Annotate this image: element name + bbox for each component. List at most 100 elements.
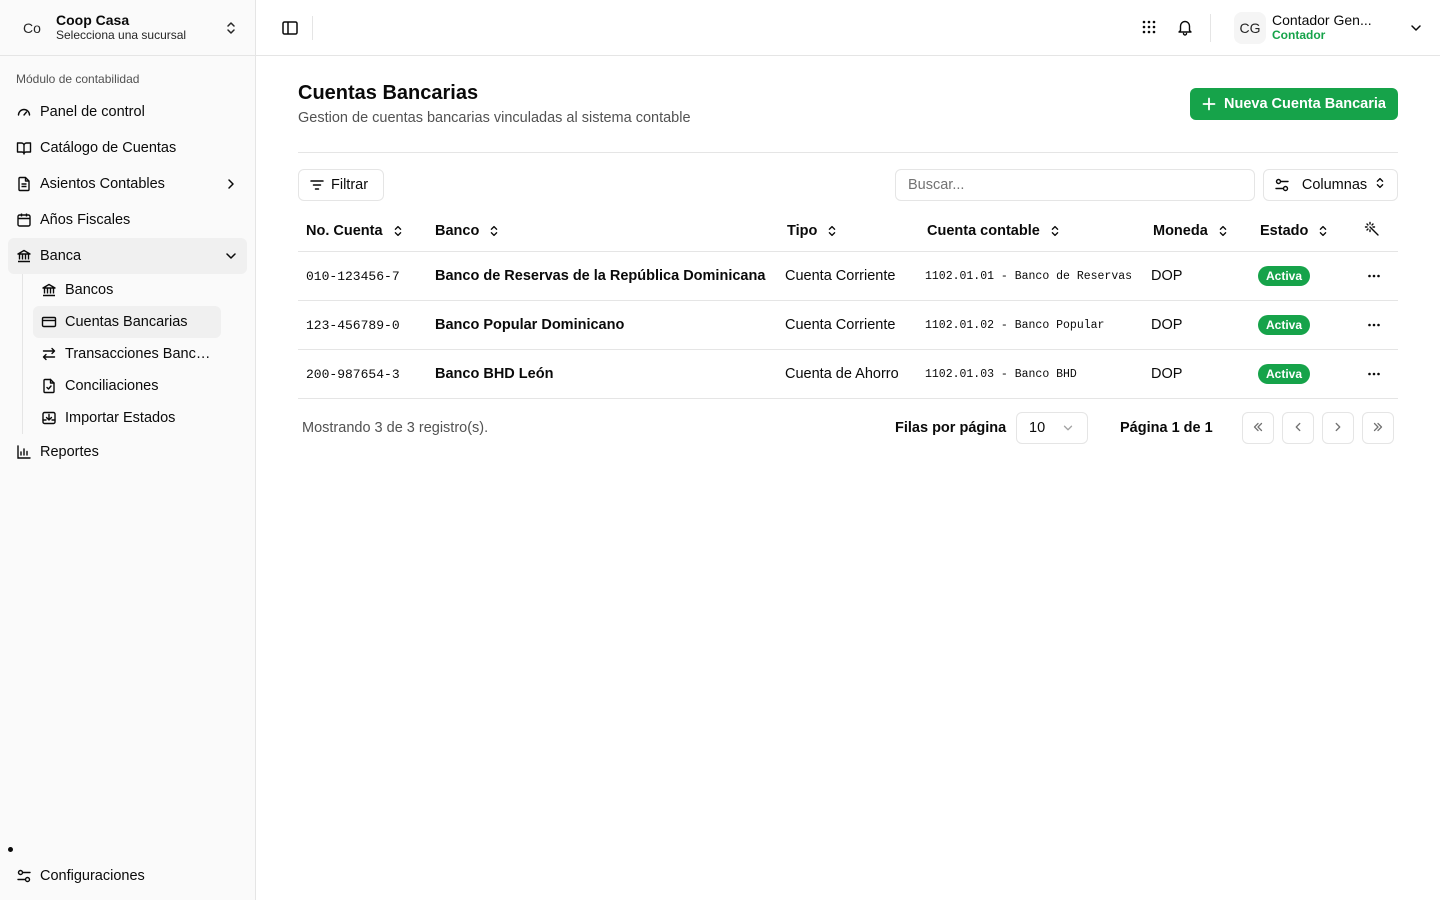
arrows-left-right-icon: [41, 346, 57, 362]
org-avatar: Co: [23, 19, 41, 36]
sidebar-nav: Panel de control Catálogo de Cuentas Asi…: [8, 94, 247, 470]
sidebar-item-label: Configuraciones: [40, 868, 145, 884]
cell-moneda: DOP: [1151, 268, 1183, 284]
last-page-button[interactable]: [1362, 412, 1394, 444]
sidebar-item-asientos-contables[interactable]: Asientos Contables: [8, 166, 247, 202]
org-switcher[interactable]: Co Coop Casa Selecciona una sucursal: [0, 0, 255, 56]
records-info: Mostrando 3 de 3 registro(s).: [302, 420, 489, 436]
avatar: CG: [1234, 12, 1266, 44]
column-header-label: Moneda: [1153, 223, 1208, 239]
new-bank-account-label: Nueva Cuenta Bancaria: [1224, 96, 1386, 112]
sidebar-subitem-bancos[interactable]: Bancos: [33, 274, 221, 306]
sidebar-subitem-importar-estados[interactable]: Importar Estados: [33, 402, 221, 434]
sidebar-item-catalogo-de-cuentas[interactable]: Catálogo de Cuentas: [8, 130, 247, 166]
page-title: Cuentas Bancarias: [298, 82, 479, 104]
divider: [312, 16, 313, 40]
calendar-icon: [16, 212, 32, 228]
column-header-label: Estado: [1260, 223, 1309, 239]
sidebar-item-label: Banca: [40, 248, 82, 264]
sort-icon: [1048, 224, 1062, 238]
column-visibility-button[interactable]: [1364, 210, 1380, 252]
first-page-button[interactable]: [1242, 412, 1274, 444]
plus-icon: [1202, 97, 1216, 111]
user-menu[interactable]: CG Contador Gen... Contador: [1234, 12, 1424, 44]
sidebar-subitem-label: Transacciones Bancarias: [65, 346, 213, 362]
cell-banco: Banco Popular Dominicano: [435, 317, 625, 333]
book-icon: [16, 140, 32, 156]
gauge-icon: [16, 104, 32, 120]
credit-card-icon: [41, 314, 57, 330]
chevron-right-icon: [223, 176, 239, 192]
cell-banco: Banco BHD León: [435, 366, 554, 382]
cell-moneda: DOP: [1151, 366, 1183, 382]
bar-chart-icon: [16, 444, 32, 460]
settings-sliders-icon: [1274, 177, 1290, 193]
cell-estado: Activa: [1258, 301, 1311, 349]
table-row[interactable]: 123-456789-0 Banco Popular Dominicano Cu…: [298, 301, 1398, 350]
sort-icon: [825, 224, 839, 238]
column-header-tipo[interactable]: Tipo: [787, 210, 839, 252]
cell-cuenta-contable: 1102.01.01 - Banco de Reservas: [925, 269, 1133, 283]
sidebar-toggle-icon[interactable]: [280, 18, 300, 38]
page-indicator: Página 1 de 1: [1120, 420, 1213, 436]
sidebar-item-label: Reportes: [40, 444, 99, 460]
more-horizontal-icon[interactable]: [1364, 364, 1384, 384]
sidebar-subitem-transacciones-bancarias[interactable]: Transacciones Bancarias: [33, 338, 221, 370]
new-bank-account-button[interactable]: Nueva Cuenta Bancaria: [1190, 88, 1398, 120]
sidebar-item-banca[interactable]: Banca: [8, 238, 247, 274]
table-row[interactable]: 010-123456-7 Banco de Reservas de la Rep…: [298, 252, 1398, 301]
cell-estado: Activa: [1258, 252, 1311, 300]
apps-grid-icon[interactable]: [1140, 18, 1158, 36]
filter-icon: [309, 177, 325, 193]
section-label: Módulo de contabilidad: [16, 72, 140, 86]
sidebar-item-configuraciones[interactable]: Configuraciones: [8, 858, 247, 894]
org-text: Coop Casa Selecciona una sucursal: [56, 12, 223, 43]
sidebar-item-reportes[interactable]: Reportes: [8, 434, 247, 470]
columns-button[interactable]: Columnas: [1263, 169, 1398, 201]
search-input[interactable]: [895, 169, 1255, 201]
sidebar-item-label: Asientos Contables: [40, 176, 165, 192]
column-header-estado[interactable]: Estado: [1260, 210, 1330, 252]
chevron-down-icon: [1408, 20, 1424, 36]
column-header-banco[interactable]: Banco: [435, 210, 501, 252]
chevrons-up-down-icon: [1373, 176, 1387, 194]
table-row[interactable]: 200-987654-3 Banco BHD León Cuenta de Ah…: [298, 350, 1398, 399]
column-header-cuenta-contable[interactable]: Cuenta contable: [927, 210, 1062, 252]
sidebar-subitem-conciliaciones[interactable]: Conciliaciones: [33, 370, 221, 402]
bank-icon: [16, 248, 32, 264]
topbar: CG Contador Gen... Contador: [256, 0, 1440, 56]
chevron-down-icon: [1061, 421, 1075, 435]
cell-actions: [1364, 301, 1384, 349]
sidebar-subitem-cuentas-bancarias[interactable]: Cuentas Bancarias: [33, 306, 221, 338]
more-horizontal-icon[interactable]: [1364, 266, 1384, 286]
columns-label: Columnas: [1301, 177, 1368, 193]
file-text-icon: [16, 176, 32, 192]
settings-sliders-icon: [16, 868, 32, 884]
status-badge: Activa: [1258, 364, 1311, 384]
bell-icon[interactable]: [1176, 18, 1194, 36]
more-horizontal-icon[interactable]: [1364, 315, 1384, 335]
cell-estado: Activa: [1258, 350, 1311, 398]
divider: [1210, 14, 1211, 42]
page-subtitle: Gestion de cuentas bancarias vinculadas …: [298, 110, 691, 126]
chevrons-left-icon: [1251, 420, 1265, 437]
previous-page-button[interactable]: [1282, 412, 1314, 444]
cell-numero: 200-987654-3: [306, 366, 400, 382]
sort-icon: [1216, 224, 1230, 238]
column-header-moneda[interactable]: Moneda: [1153, 210, 1230, 252]
sidebar-subitem-label: Importar Estados: [65, 410, 176, 426]
sort-icon: [391, 224, 405, 238]
sidebar-item-anos-fiscales[interactable]: Años Fiscales: [8, 202, 247, 238]
bank-icon: [41, 282, 57, 298]
column-header-numero[interactable]: No. Cuenta: [306, 210, 405, 252]
chevron-right-icon: [1331, 420, 1345, 437]
next-page-button[interactable]: [1322, 412, 1354, 444]
sidebar-subitem-label: Cuentas Bancarias: [65, 314, 188, 330]
sort-icon: [487, 224, 501, 238]
filter-button[interactable]: Filtrar: [298, 169, 384, 201]
rows-per-page-select[interactable]: 10: [1016, 412, 1088, 444]
filter-label: Filtrar: [331, 177, 369, 193]
cell-tipo: Cuenta de Ahorro: [785, 366, 899, 382]
status-badge: Activa: [1258, 315, 1311, 335]
sidebar-item-panel-de-control[interactable]: Panel de control: [8, 94, 247, 130]
